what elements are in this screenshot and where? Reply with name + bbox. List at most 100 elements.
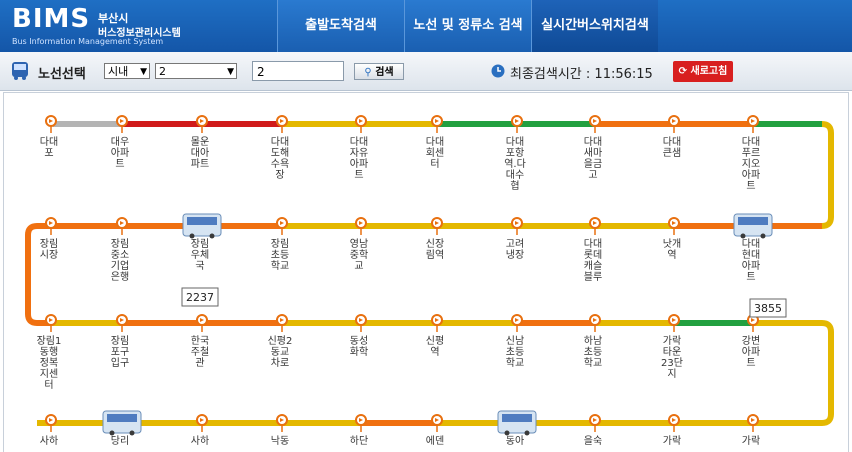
bus-wheel bbox=[189, 233, 195, 239]
stop-name: 블루 bbox=[584, 271, 602, 283]
stop-name: 다대 bbox=[271, 136, 289, 148]
stop-name: 가락 bbox=[663, 335, 681, 347]
bus-wheel bbox=[760, 233, 766, 239]
route-turn bbox=[821, 320, 834, 426]
stop-name: 동성 bbox=[350, 335, 368, 347]
stop-name: 학교 bbox=[584, 357, 602, 369]
stop-name: 롯데 bbox=[584, 249, 602, 261]
stop-name: 을숙 bbox=[584, 435, 602, 447]
stop-name: 터 bbox=[44, 379, 53, 391]
stop-name: 아파 bbox=[742, 260, 760, 272]
stop-name: 주철 bbox=[191, 346, 209, 358]
bus-wheel bbox=[740, 233, 746, 239]
route-search-input[interactable]: 2 bbox=[252, 61, 344, 81]
clock-icon bbox=[491, 64, 505, 78]
stop-name: 큰샘 bbox=[663, 147, 681, 159]
stop-name: 역 bbox=[667, 249, 676, 261]
tab-route-stop-search[interactable]: 노선 및 정류소 검색 bbox=[404, 0, 531, 52]
last-search-time: 11:56:15 bbox=[594, 67, 653, 82]
stop-name: 터 bbox=[430, 158, 439, 170]
stop-name: 푸르 bbox=[742, 148, 760, 159]
stop-name: 중학 bbox=[350, 249, 368, 261]
stop-name: 낫개 bbox=[663, 238, 681, 250]
stop-name: 신평2 bbox=[268, 335, 293, 347]
stop-name: 트 bbox=[746, 358, 755, 369]
stop-name: 캐슬 bbox=[584, 260, 602, 272]
tab-departure-arrival-search[interactable]: 출발도착검색 bbox=[277, 0, 404, 52]
stop-name: 대우 bbox=[111, 136, 129, 148]
search-icon: ⚲ bbox=[364, 67, 372, 78]
stop-name: 입구 bbox=[111, 356, 129, 369]
bus-number: 2237 bbox=[186, 291, 214, 304]
bus-window bbox=[738, 217, 768, 225]
stop-name: 트 bbox=[746, 181, 755, 192]
stop-name: 몰운 bbox=[191, 136, 209, 148]
bus-icon bbox=[12, 62, 28, 80]
stop-name: 아파 bbox=[742, 346, 760, 358]
stop-name: 영남 bbox=[350, 238, 368, 250]
route-select-value: 2 bbox=[159, 65, 166, 78]
stop-name: 트 bbox=[746, 272, 755, 283]
stop-name: 학교 bbox=[506, 357, 524, 369]
stop-name: 트 bbox=[354, 170, 363, 181]
stop-name: 협 bbox=[510, 179, 519, 192]
region-select[interactable]: 시내 ▼ bbox=[104, 63, 150, 79]
stop-name: 신남 bbox=[506, 335, 524, 347]
route-turn bbox=[821, 121, 834, 229]
route-number-select[interactable]: 2 ▼ bbox=[155, 63, 237, 79]
top-header: BIMS Bus Information Management System 부… bbox=[0, 0, 852, 52]
stop-name: 다대 bbox=[742, 238, 760, 250]
stop-name: 다대 bbox=[663, 136, 681, 148]
stop-name: 아파 bbox=[742, 169, 760, 181]
stop-name: 은행 bbox=[111, 271, 129, 283]
stop-name: 아파 bbox=[350, 158, 368, 170]
stop-name: 강변 bbox=[742, 335, 760, 347]
bus-wheel bbox=[524, 430, 530, 436]
stop-name: 역 bbox=[430, 346, 439, 358]
stop-name: 현대 bbox=[742, 249, 760, 261]
stop-name: 다대 bbox=[426, 136, 444, 148]
stop-name: 포항 bbox=[506, 147, 524, 159]
logo-system-name: 버스정보관리시스템 bbox=[98, 28, 181, 39]
stop-name: 대아 bbox=[191, 147, 209, 159]
search-button[interactable]: ⚲ 검색 bbox=[354, 63, 404, 80]
stop-name: 국 bbox=[195, 260, 204, 272]
stop-name: 화학 bbox=[350, 346, 368, 358]
stop-name: 차로 bbox=[271, 357, 289, 369]
stop-name: 파트 bbox=[191, 158, 209, 170]
stop-name: 에덴 bbox=[426, 435, 444, 447]
stop-name: 다대 bbox=[350, 136, 368, 148]
stop-name: 포구 bbox=[111, 347, 129, 358]
stop-name: 가락 bbox=[663, 435, 681, 447]
refresh-icon: ⟳ bbox=[678, 66, 688, 77]
stop-name: 한국 bbox=[191, 335, 209, 347]
bims-logo[interactable]: BIMS Bus Information Management System 부… bbox=[8, 2, 268, 50]
stop-name: 고려 bbox=[506, 238, 524, 250]
stop-name: 신장 bbox=[426, 238, 444, 250]
tab-realtime-bus-location[interactable]: 실시간버스위치검색 bbox=[531, 0, 658, 52]
stop-name: 타운 bbox=[663, 346, 681, 358]
stop-name: 지센 bbox=[40, 368, 58, 380]
stop-name: 포 bbox=[44, 148, 53, 159]
last-search-info: 최종검색시간 : 11:56:15 bbox=[510, 63, 653, 82]
stop-name: 아파 bbox=[111, 147, 129, 159]
chevron-down-icon: ▼ bbox=[140, 67, 147, 77]
stop-name: 낙동 bbox=[271, 435, 289, 447]
route-map[interactable]: 다대 포 대우 아파 트 몰운 대아 파트 다대 도해 수욕 장 다대 자유 아파 트 다대 회센 터 다대 포항 역.다… bbox=[3, 92, 849, 452]
stop-name: 장림1 bbox=[37, 335, 62, 347]
stop-name: 자유 bbox=[350, 147, 368, 159]
route-toolbar: 노선선택 시내 ▼ 2 ▼ 2 ⚲ 검색 최종검색시간 : 11:56:15 ⟳… bbox=[0, 52, 852, 91]
region-select-value: 시내 bbox=[108, 65, 129, 78]
bus-wheel bbox=[209, 233, 215, 239]
stop-name: 기업 bbox=[111, 259, 129, 272]
bus-wheel bbox=[109, 430, 115, 436]
stop-name: 트 bbox=[115, 159, 124, 170]
logo-wordmark: BIMS bbox=[12, 4, 91, 34]
stop-name: 초등 bbox=[271, 249, 289, 261]
stop-name: 당리 bbox=[111, 435, 129, 447]
route-select-label: 노선선택 bbox=[38, 67, 86, 82]
stop-name: 다대 bbox=[584, 238, 602, 250]
stop-name: 장림 bbox=[111, 238, 129, 250]
stop-name: 지오 bbox=[742, 158, 760, 170]
refresh-button[interactable]: ⟳ 새로고침 bbox=[673, 61, 733, 82]
